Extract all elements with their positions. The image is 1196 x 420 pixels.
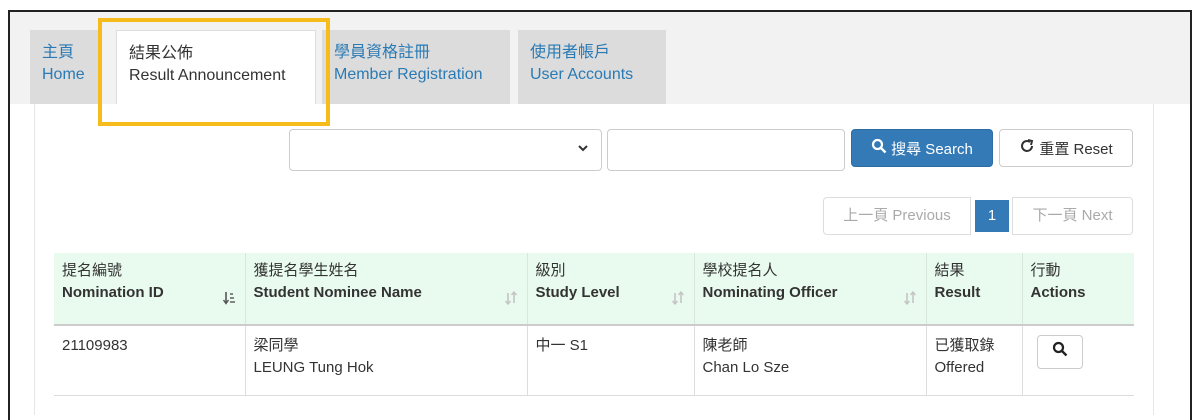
cell-actions [1021, 325, 1134, 396]
pager-page-1[interactable]: 1 [975, 200, 1009, 232]
officer-en: Chan Lo Sze [702, 359, 790, 376]
tab-home-en: Home [42, 66, 85, 83]
pager-next[interactable]: 下一頁 Next [1012, 197, 1133, 235]
cell-nominating-officer: 陳老師 Chan Lo Sze [693, 325, 926, 396]
table-header-row: 提名編號 Nomination ID 獲提名學生姓名 Student Nomin… [54, 253, 1134, 326]
sort-asc-icon[interactable] [222, 290, 235, 312]
result-en: Offered [934, 359, 985, 376]
magnifier-icon [1052, 341, 1068, 364]
header-en: Nominating Officer [702, 284, 838, 301]
search-button[interactable]: 搜尋 Search [851, 129, 993, 167]
header-nominating-officer[interactable]: 學校提名人 Nominating Officer [693, 253, 926, 326]
search-category-select[interactable] [289, 129, 602, 171]
table-row: 21109983 梁同學 LEUNG Tung Hok 中一 S1 陳老師 Ch… [54, 325, 1134, 396]
tab-result-zh: 結果公佈 [129, 45, 194, 62]
sort-icon[interactable] [903, 290, 916, 312]
cell-result: 已獲取錄 Offered [925, 325, 1022, 396]
officer-zh: 陳老師 [702, 337, 748, 354]
reset-button-label: 重置 Reset [1039, 140, 1113, 158]
result-zh: 已獲取錄 [934, 337, 995, 354]
header-zh: 學校提名人 [702, 262, 778, 279]
header-nomination-id[interactable]: 提名編號 Nomination ID [54, 253, 245, 326]
cell-student-name: 梁同學 LEUNG Tung Hok [244, 325, 527, 396]
student-name-en: LEUNG Tung Hok [253, 359, 374, 376]
sort-icon[interactable] [504, 290, 517, 312]
header-student-name[interactable]: 獲提名學生姓名 Student Nominee Name [244, 253, 527, 326]
refresh-icon [1019, 138, 1035, 158]
tab-home[interactable]: 主頁 Home [30, 30, 100, 104]
header-result: 結果 Result [925, 253, 1022, 326]
view-details-button[interactable] [1036, 335, 1083, 369]
header-en: Study Level [535, 284, 620, 301]
search-input[interactable] [607, 129, 845, 171]
header-en: Nomination ID [62, 284, 164, 301]
sort-icon[interactable] [671, 290, 684, 312]
header-zh: 行動 [1030, 262, 1061, 279]
tab-result-en: Result Announcement [129, 67, 286, 84]
tab-member-registration[interactable]: 學員資格註冊 Member Registration [322, 30, 510, 104]
header-zh: 提名編號 [62, 262, 123, 279]
header-actions: 行動 Actions [1021, 253, 1134, 326]
header-zh: 結果 [934, 262, 965, 279]
tab-member-zh: 學員資格註冊 [334, 44, 431, 61]
tab-result-announcement[interactable]: 結果公佈 Result Announcement [116, 30, 316, 106]
cell-study-level: 中一 S1 [526, 325, 694, 396]
header-en: Result [934, 284, 981, 301]
tab-member-en: Member Registration [334, 66, 483, 83]
header-zh: 級別 [535, 262, 566, 279]
header-zh: 獲提名學生姓名 [253, 262, 359, 279]
reset-button[interactable]: 重置 Reset [999, 129, 1133, 167]
tab-home-zh: 主頁 [42, 44, 75, 61]
pager-previous[interactable]: 上一頁 Previous [823, 197, 971, 235]
tab-user-en: User Accounts [530, 66, 634, 83]
nomination-table: 提名編號 Nomination ID 獲提名學生姓名 Student Nomin… [54, 253, 1134, 396]
header-en: Student Nominee Name [253, 284, 422, 301]
header-en: Actions [1030, 284, 1086, 301]
header-study-level[interactable]: 級別 Study Level [526, 253, 694, 326]
chevron-down-icon [577, 141, 589, 157]
cell-nomination-id: 21109983 [54, 325, 245, 396]
student-name-zh: 梁同學 [253, 337, 299, 354]
search-icon [871, 138, 887, 158]
tab-user-zh: 使用者帳戶 [530, 44, 611, 61]
tab-user-accounts[interactable]: 使用者帳戶 User Accounts [518, 30, 666, 104]
search-button-label: 搜尋 Search [891, 140, 973, 158]
